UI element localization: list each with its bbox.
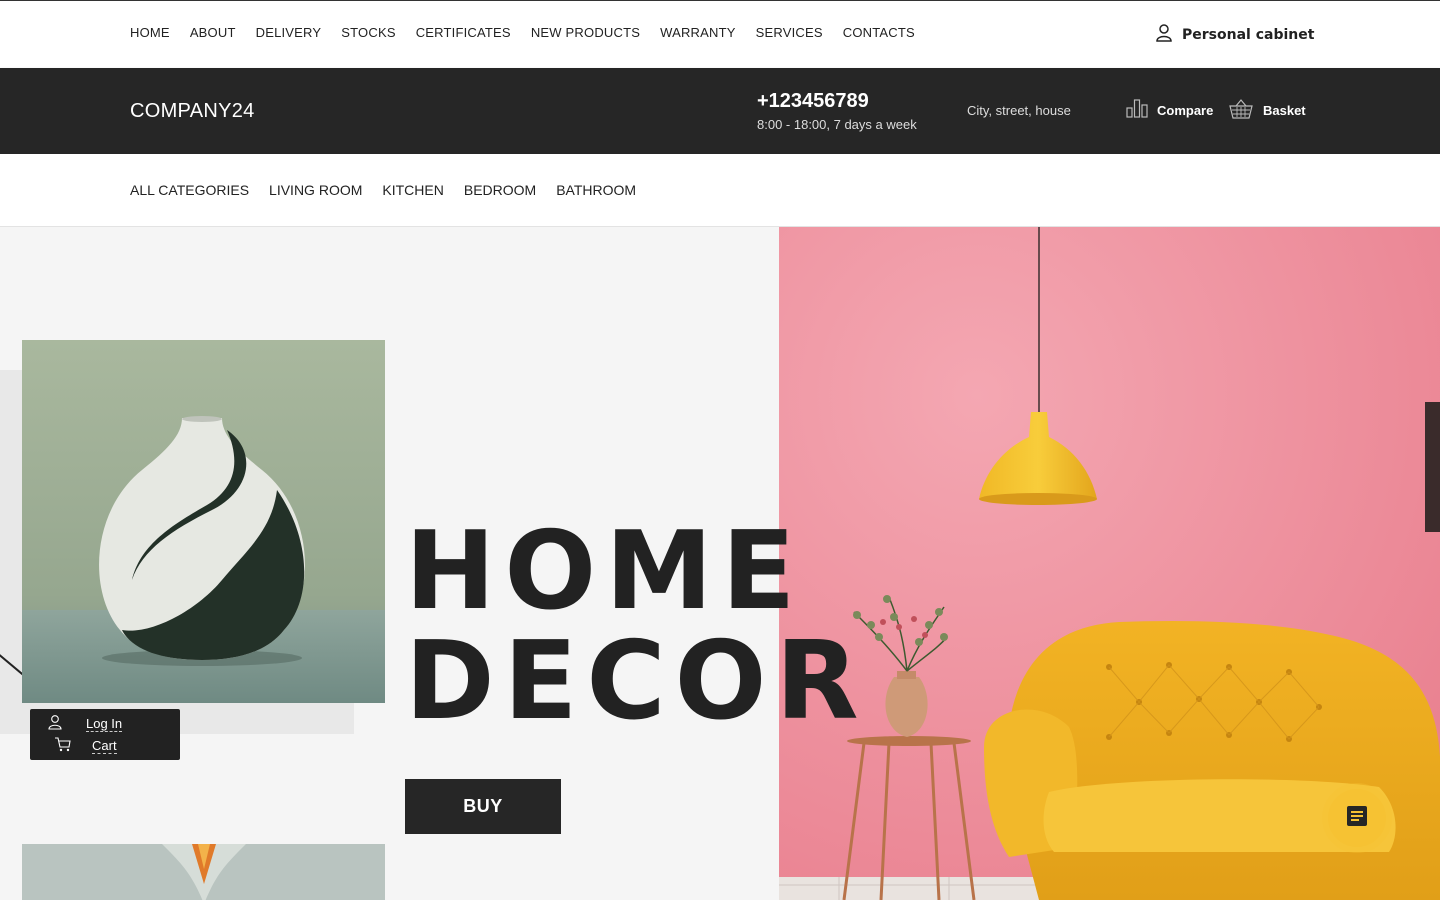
- basket-label: Basket: [1263, 103, 1306, 118]
- hero-headline: HOME DECOR: [405, 517, 868, 737]
- category-nav: ALL CATEGORIES LIVING ROOM KITCHEN BEDRO…: [130, 182, 636, 198]
- buy-button[interactable]: BUY: [405, 779, 561, 834]
- category-living-room[interactable]: LIVING ROOM: [269, 182, 362, 198]
- compare-label: Compare: [1157, 102, 1214, 118]
- hero-banner: Log In Cart HOME DECOR BUY: [0, 227, 1440, 900]
- nav-warranty[interactable]: WARRANTY: [660, 25, 736, 40]
- top-nav: HOME ABOUT DELIVERY STOCKS CERTIFICATES …: [130, 25, 915, 40]
- basket-icon: [1229, 99, 1253, 122]
- working-hours: 8:00 - 18:00, 7 days a week: [757, 117, 917, 132]
- nav-contacts[interactable]: CONTACTS: [843, 25, 915, 40]
- top-navigation-bar: HOME ABOUT DELIVERY STOCKS CERTIFICATES …: [0, 0, 1440, 68]
- personal-cabinet-link[interactable]: Personal cabinet: [1156, 24, 1314, 46]
- address: City, street, house: [967, 103, 1071, 118]
- category-kitchen[interactable]: KITCHEN: [382, 182, 443, 198]
- user-icon: [1156, 24, 1172, 46]
- cart-icon: [54, 737, 92, 755]
- bar-chart-icon: [1126, 99, 1148, 121]
- main-header: COMPANY24 +123456789 8:00 - 18:00, 7 day…: [0, 68, 1440, 154]
- chat-fab-button[interactable]: [1328, 789, 1386, 847]
- login-label: Log In: [86, 715, 123, 732]
- nav-stocks[interactable]: STOCKS: [341, 25, 395, 40]
- vase-product-image[interactable]: [22, 340, 385, 703]
- cart-link[interactable]: Cart: [54, 737, 117, 755]
- document-icon: [1346, 805, 1368, 832]
- personal-cabinet-label: Personal cabinet: [1182, 27, 1315, 43]
- user-icon: [48, 715, 86, 733]
- category-all[interactable]: ALL CATEGORIES: [130, 182, 249, 198]
- lamp-product-image[interactable]: [22, 844, 385, 900]
- nav-services[interactable]: SERVICES: [756, 25, 823, 40]
- basket-button[interactable]: Basket: [1229, 99, 1306, 122]
- nav-delivery[interactable]: DELIVERY: [256, 25, 322, 40]
- nav-home[interactable]: HOME: [130, 25, 170, 40]
- hero-headline-line2: DECOR: [405, 619, 868, 744]
- category-bedroom[interactable]: BEDROOM: [464, 182, 536, 198]
- login-link[interactable]: Log In: [48, 715, 123, 733]
- phone-number[interactable]: +123456789: [757, 90, 869, 113]
- category-bar: ALL CATEGORIES LIVING ROOM KITCHEN BEDRO…: [0, 154, 1440, 227]
- nav-new-products[interactable]: NEW PRODUCTS: [531, 25, 640, 40]
- quick-actions-popover: Log In Cart: [30, 709, 180, 760]
- nav-about[interactable]: ABOUT: [190, 25, 236, 40]
- company-logo[interactable]: COMPANY24: [130, 100, 255, 123]
- hero-headline-line1: HOME: [405, 509, 805, 634]
- cart-label: Cart: [92, 737, 117, 754]
- category-bathroom[interactable]: BATHROOM: [556, 182, 636, 198]
- compare-button[interactable]: Compare: [1126, 99, 1213, 121]
- nav-certificates[interactable]: CERTIFICATES: [416, 25, 511, 40]
